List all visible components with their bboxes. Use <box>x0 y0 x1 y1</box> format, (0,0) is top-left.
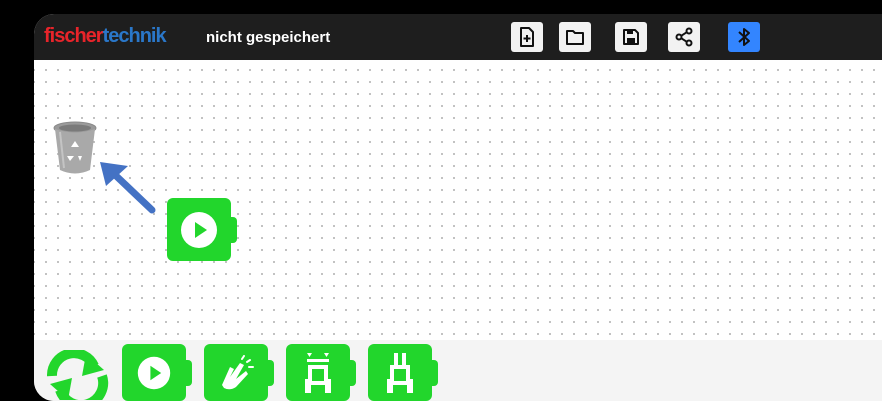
floppy-disk-icon <box>623 29 639 45</box>
palette-sound-block[interactable] <box>204 344 274 401</box>
logo-part-technik: technik <box>102 25 167 47</box>
palette-robot-drive-block[interactable] <box>368 344 438 401</box>
clap-hands-icon <box>222 354 254 389</box>
arrow-up-left-icon <box>100 162 156 214</box>
bluetooth-button[interactable] <box>728 22 760 52</box>
recycle-bin-icon[interactable] <box>52 120 98 178</box>
sync-arrows-icon[interactable] <box>38 350 116 400</box>
robot-sensor-icon <box>305 352 331 393</box>
palette-robot-sensor-block[interactable] <box>286 344 356 401</box>
robot-drive-icon <box>387 352 413 393</box>
bluetooth-icon <box>738 28 750 46</box>
app-window: fischertechnik nicht gespeichert <box>34 14 882 401</box>
block-palette <box>34 340 882 401</box>
share-icon <box>675 27 693 47</box>
folder-icon <box>566 30 584 45</box>
program-canvas[interactable] <box>34 60 882 340</box>
fischertechnik-logo: fischertechnik <box>44 25 167 48</box>
canvas-start-block[interactable] <box>167 198 237 261</box>
palette-start-block[interactable] <box>122 344 192 401</box>
block-connector <box>184 359 192 386</box>
top-bar: fischertechnik nicht gespeichert <box>34 14 882 60</box>
block-connector <box>348 359 356 386</box>
block-connector <box>266 359 274 386</box>
document-status: nicht gespeichert <box>206 29 331 46</box>
share-button[interactable] <box>668 22 700 52</box>
new-file-button[interactable] <box>511 22 543 52</box>
open-folder-button[interactable] <box>559 22 591 52</box>
play-icon <box>181 211 217 248</box>
save-button[interactable] <box>615 22 647 52</box>
file-plus-icon <box>520 27 534 47</box>
block-connector <box>430 359 438 386</box>
play-icon <box>137 356 171 389</box>
block-connector <box>229 216 237 243</box>
logo-part-fischer: fischer <box>44 25 104 47</box>
